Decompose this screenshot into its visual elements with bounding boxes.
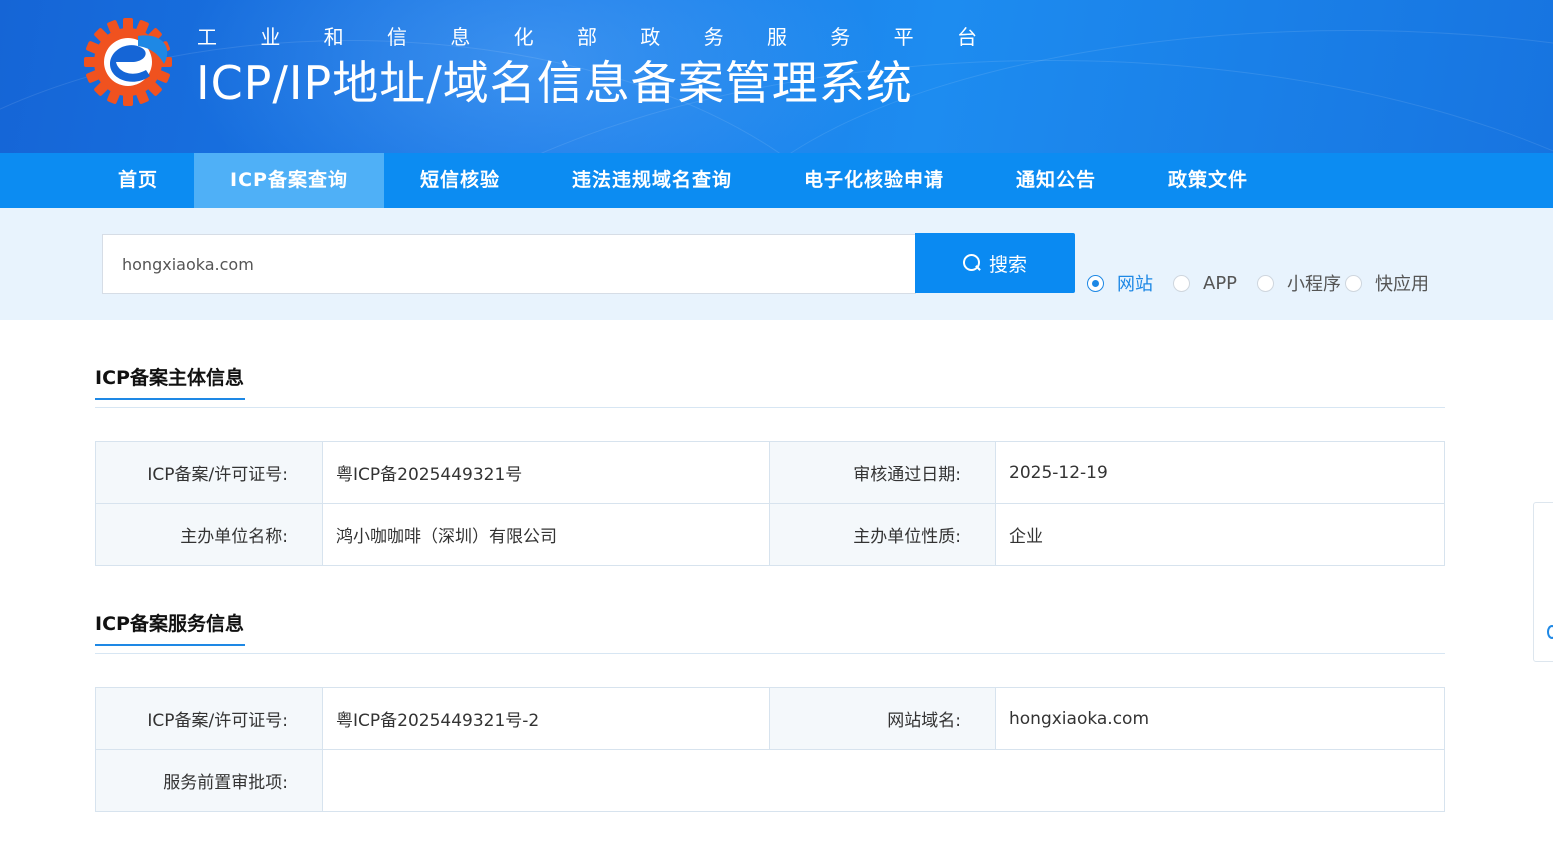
subject-section-header: ICP备案主体信息 [95,360,1445,408]
service-license-label: ICP备案/许可证号: [95,687,323,750]
table-row: ICP备案/许可证号: 粤ICP备2025449321号-2 网站域名: hon… [95,687,1445,750]
subtitle-char: 息 [450,25,471,49]
nav-e-verify-apply[interactable]: 电子化核验申请 [768,153,980,208]
service-info-table: ICP备案/许可证号: 粤ICP备2025449321号-2 网站域名: hon… [95,687,1445,812]
organizer-type-label: 主办单位性质: [769,503,996,566]
license-label: ICP备案/许可证号: [95,441,323,504]
gear-e-logo-icon [84,18,172,106]
table-row: 服务前置审批项: [95,749,1445,812]
subtitle-char: 信 [386,25,407,49]
service-section-header: ICP备案服务信息 [95,606,1445,654]
main-nav: 首页 ICP备案查询 短信核验 违法违规域名查询 电子化核验申请 通知公告 政策… [0,153,1553,208]
domain-value: hongxiaoka.com [995,687,1445,750]
subtitle-char: 平 [893,25,914,49]
subtitle-char: 部 [576,25,597,49]
radio-dot[interactable] [1173,274,1190,292]
search-button[interactable]: 搜索 [915,233,1075,293]
subtitle-char: 务 [703,25,724,49]
subtitle-char: 工 [197,25,217,49]
service-license-value: 粤ICP备2025449321号-2 [322,687,770,750]
organizer-name-value: 鸿小咖咖啡（深圳）有限公司 [322,503,770,566]
subject-info-table: ICP备案/许可证号: 粤ICP备2025449321号 审核通过日期: 202… [95,441,1445,566]
radio-label: 小程序 [1287,274,1342,295]
radio-label: 网站 [1117,274,1153,295]
nav-notices[interactable]: 通知公告 [980,153,1132,208]
nav-home[interactable]: 首页 [82,153,194,208]
subtitle-char: 政 [640,25,661,49]
radio-dot[interactable] [1087,274,1104,292]
approval-date-label: 审核通过日期: [769,441,996,504]
radio-website[interactable]: 网站 [1087,270,1153,296]
organizer-type-value: 企业 [995,503,1445,566]
organizer-name-label: 主办单位名称: [95,503,323,566]
domain-label: 网站域名: [769,687,996,750]
floating-side-tab[interactable] [1533,502,1553,662]
search-icon [962,254,981,272]
subtitle-char: 和 [323,25,344,49]
radio-dot[interactable] [1257,274,1275,292]
license-value: 粤ICP备2025449321号 [322,441,770,504]
table-row: ICP备案/许可证号: 粤ICP备2025449321号 审核通过日期: 202… [95,441,1445,504]
subject-section-title: ICP备案主体信息 [95,360,245,400]
approval-date-value: 2025-12-19 [995,441,1445,504]
nav-sms-verify[interactable]: 短信核验 [384,153,536,208]
search-type-radios: 网站 APP 小程序 快应用 [1087,270,1449,296]
side-tab-icon [1547,625,1553,639]
subtitle-char: 台 [956,25,977,49]
ministry-subtitle: 工 业 和 信 息 化 部 政 务 服 务 平 台 [197,24,977,50]
header-banner: 工 业 和 信 息 化 部 政 务 服 务 平 台 ICP/IP地址/域名信息备… [0,0,1553,153]
radio-label: APP [1203,272,1238,294]
table-row: 主办单位名称: 鸿小咖咖啡（深圳）有限公司 主办单位性质: 企业 [95,503,1445,566]
radio-mini-program[interactable]: 小程序 [1257,270,1341,296]
subtitle-char: 务 [830,25,851,49]
subtitle-char: 业 [260,25,281,49]
subtitle-char: 服 [766,25,787,49]
pre-approval-label: 服务前置审批项: [95,749,323,812]
service-section-title: ICP备案服务信息 [95,606,245,646]
search-button-label: 搜索 [988,254,1027,276]
nav-icp-query[interactable]: ICP备案查询 [194,153,384,208]
pre-approval-value [322,749,1445,812]
search-input[interactable] [102,234,916,294]
nav-policy-docs[interactable]: 政策文件 [1132,153,1284,208]
system-title: ICP/IP地址/域名信息备案管理系统 [196,56,913,110]
nav-illegal-domain-query[interactable]: 违法违规域名查询 [536,153,768,208]
radio-dot[interactable] [1345,274,1363,292]
radio-app[interactable]: APP [1173,273,1237,294]
subtitle-char: 化 [513,25,534,49]
radio-label: 快应用 [1375,274,1430,295]
search-band: 搜索 网站 APP 小程序 快应用 [0,208,1553,320]
radio-quick-app[interactable]: 快应用 [1345,270,1429,296]
